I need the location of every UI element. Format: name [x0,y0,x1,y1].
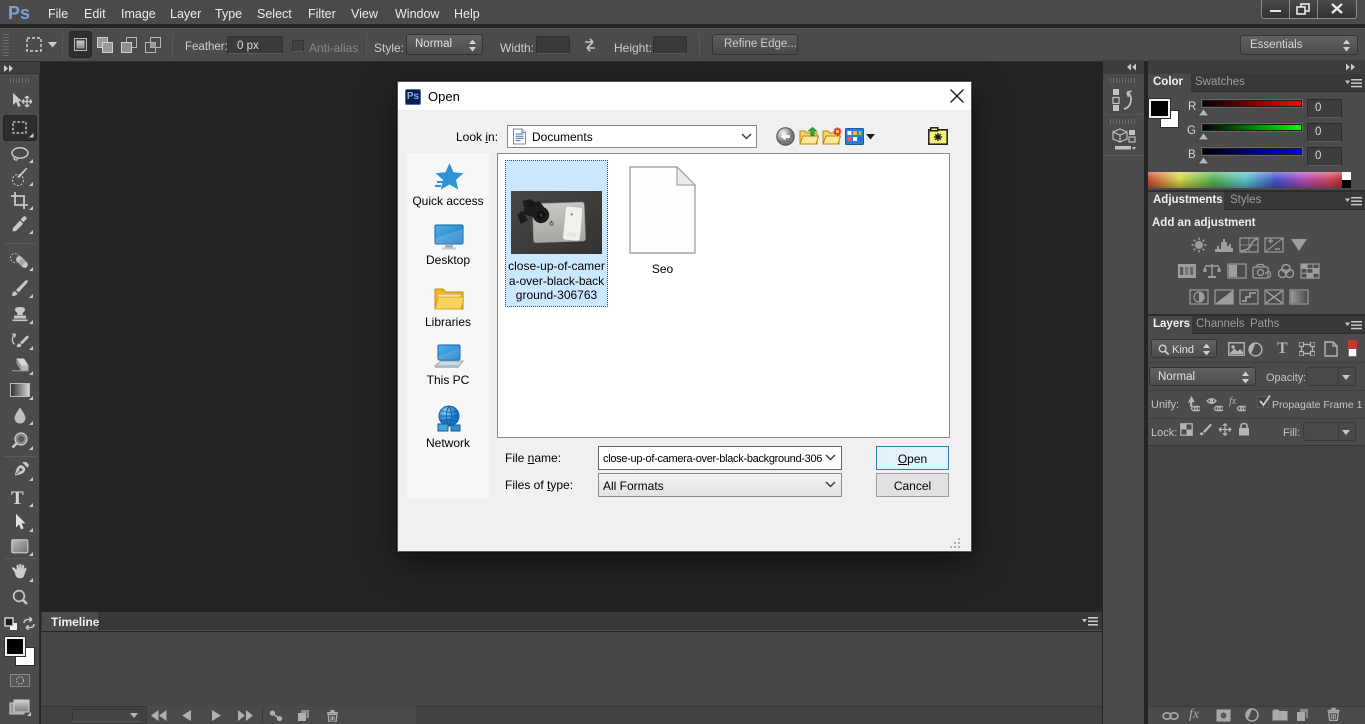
svg-text:fx: fx [1229,396,1237,407]
